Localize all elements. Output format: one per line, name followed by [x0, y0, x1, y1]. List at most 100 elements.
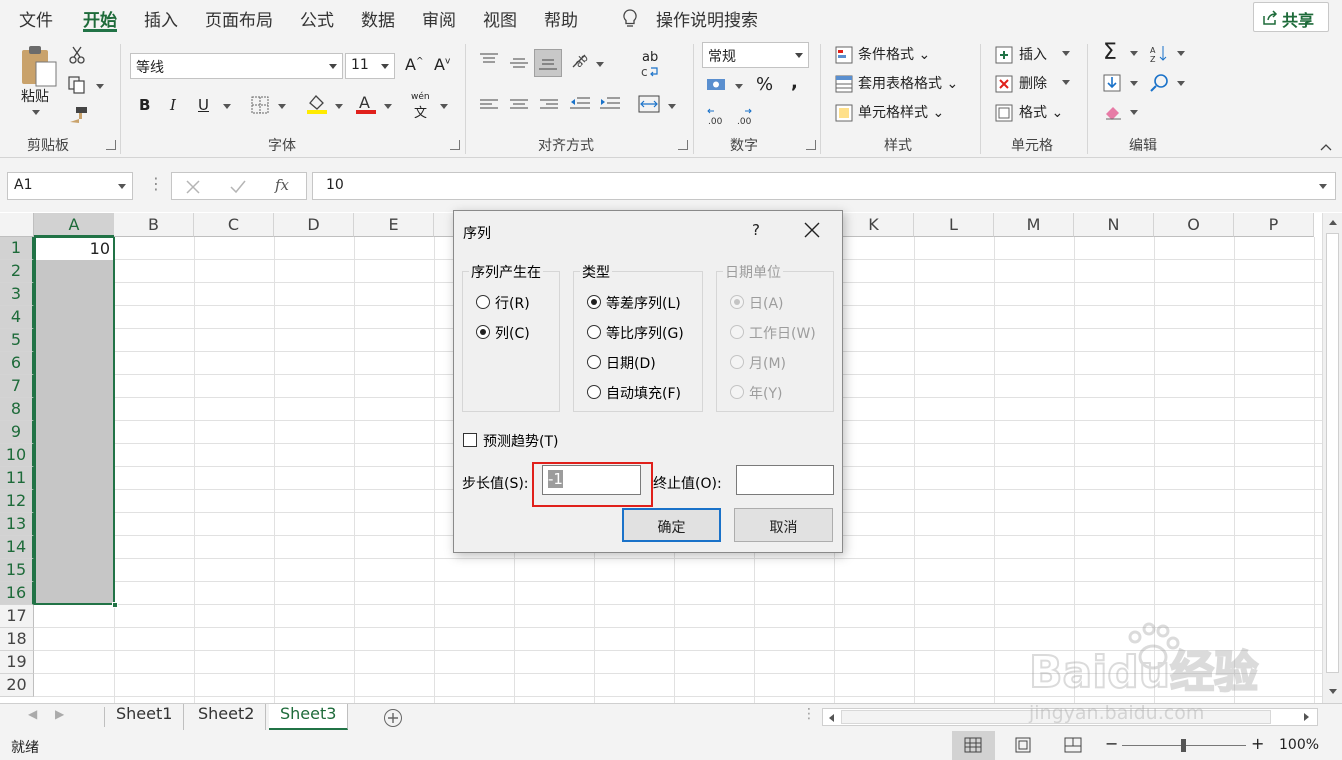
zoom-slider-thumb[interactable] [1181, 739, 1186, 752]
cancel-button[interactable]: 取消 [734, 508, 833, 542]
column-header-n[interactable]: N [1074, 213, 1154, 237]
scroll-up-icon[interactable] [1328, 218, 1338, 226]
align-left-icon[interactable] [479, 98, 499, 112]
number-format-select[interactable]: 常规 [702, 42, 809, 68]
next-sheet-icon[interactable]: ▶ [55, 707, 64, 721]
row-header-15[interactable]: 15 [0, 559, 34, 582]
tab-review[interactable]: 审阅 [422, 6, 456, 32]
row-header-10[interactable]: 10 [0, 444, 34, 467]
name-box[interactable]: A1 [7, 172, 133, 200]
close-icon[interactable] [803, 221, 821, 239]
vertical-scrollbar[interactable] [1322, 213, 1342, 703]
cell-styles-button[interactable]: 单元格样式 ⌄ [858, 102, 944, 122]
scroll-down-icon[interactable] [1328, 688, 1338, 696]
format-painter-icon[interactable] [68, 106, 88, 124]
number-launcher[interactable] [806, 140, 816, 150]
column-header-m[interactable]: M [994, 213, 1074, 237]
row-header-3[interactable]: 3 [0, 283, 34, 306]
row-header-1[interactable]: 1 [0, 237, 34, 260]
collapse-ribbon-icon[interactable] [1320, 142, 1332, 152]
scroll-left-icon[interactable] [827, 713, 835, 723]
column-header-p[interactable]: P [1234, 213, 1314, 237]
find-icon[interactable] [1150, 73, 1170, 93]
confirm-entry-icon[interactable] [230, 180, 246, 194]
sheet-tab-sheet1[interactable]: Sheet1 [105, 704, 185, 730]
trend-checkbox[interactable] [463, 433, 477, 447]
format-as-table-button[interactable]: 套用表格格式 ⌄ [858, 73, 958, 93]
cut-icon[interactable] [68, 46, 86, 64]
row-header-2[interactable]: 2 [0, 260, 34, 283]
autofill-radio[interactable] [587, 385, 601, 399]
paste-icon[interactable] [20, 44, 58, 88]
column-header-d[interactable]: D [274, 213, 354, 237]
date-label[interactable]: 日期(D) [606, 353, 656, 373]
trend-label[interactable]: 预测趋势(T) [483, 431, 558, 451]
tab-data[interactable]: 数据 [361, 6, 395, 32]
tab-formulas[interactable]: 公式 [300, 6, 334, 32]
row-header-19[interactable]: 19 [0, 651, 34, 674]
select-all-corner[interactable] [0, 213, 34, 237]
underline-button[interactable]: U [198, 96, 209, 114]
row-header-18[interactable]: 18 [0, 628, 34, 651]
zoom-out-button[interactable]: − [1105, 734, 1118, 753]
row-header-16[interactable]: 16 [0, 582, 34, 605]
row-header-20[interactable]: 20 [0, 674, 34, 697]
decrease-indent-icon[interactable] [569, 96, 591, 112]
delete-cells-button[interactable]: 删除 [1019, 73, 1047, 93]
alignment-launcher[interactable] [678, 140, 688, 150]
font-increase-button[interactable]: A^ [405, 55, 424, 74]
row-header-8[interactable]: 8 [0, 398, 34, 421]
row-header-5[interactable]: 5 [0, 329, 34, 352]
insert-cells-button[interactable]: 插入 [1019, 44, 1047, 64]
column-header-o[interactable]: O [1154, 213, 1234, 237]
columns-label[interactable]: 列(C) [495, 323, 530, 343]
insert-function-button[interactable]: fx [275, 176, 289, 194]
autosum-icon[interactable]: Σ [1103, 40, 1117, 65]
fill-color-icon[interactable] [305, 93, 329, 115]
formula-bar-drag-handle[interactable]: ⋮ [148, 174, 164, 193]
date-radio[interactable] [587, 355, 601, 369]
autofill-label[interactable]: 自动填充(F) [606, 383, 681, 403]
bold-button[interactable]: B [139, 96, 150, 114]
clipboard-launcher[interactable] [106, 140, 116, 150]
zoom-level[interactable]: 100% [1279, 737, 1319, 753]
tell-me-search[interactable]: 操作说明搜索 [656, 6, 758, 32]
column-header-a[interactable]: A [34, 213, 115, 237]
row-header-9[interactable]: 9 [0, 421, 34, 444]
tab-file[interactable]: 文件 [19, 6, 53, 32]
font-color-icon[interactable]: A [354, 93, 378, 115]
tab-help[interactable]: 帮助 [544, 6, 578, 32]
column-header-e[interactable]: E [354, 213, 434, 237]
tab-page-layout[interactable]: 页面布局 [205, 6, 273, 32]
copy-icon[interactable] [68, 76, 86, 94]
linear-label[interactable]: 等差序列(L) [606, 293, 681, 313]
linear-radio[interactable] [587, 295, 601, 309]
increase-indent-icon[interactable] [599, 96, 621, 112]
sheet-tab-sheet3[interactable]: Sheet3 [269, 704, 349, 730]
comma-button[interactable]: , [791, 72, 798, 93]
row-header-14[interactable]: 14 [0, 536, 34, 559]
increase-decimal-icon[interactable]: .00 [706, 106, 728, 126]
dialog-help-button[interactable]: ? [752, 221, 760, 239]
row-header-13[interactable]: 13 [0, 513, 34, 536]
rows-label[interactable]: 行(R) [495, 293, 530, 313]
align-top-icon[interactable] [479, 52, 499, 68]
tab-splitter-icon[interactable]: ⋮ [802, 706, 816, 722]
accounting-format-icon[interactable] [706, 76, 728, 94]
font-name-select[interactable]: 等线 [130, 53, 343, 79]
row-header-12[interactable]: 12 [0, 490, 34, 513]
phonetic-button[interactable]: wén [411, 92, 430, 102]
decrease-decimal-icon[interactable]: .00 [735, 106, 757, 126]
cancel-entry-icon[interactable] [186, 180, 200, 194]
tab-insert[interactable]: 插入 [144, 6, 178, 32]
share-button[interactable]: 共享 [1253, 2, 1329, 32]
column-header-l[interactable]: L [914, 213, 994, 237]
font-size-select[interactable]: 11 [345, 53, 395, 79]
page-break-view-icon[interactable] [1064, 737, 1082, 753]
column-header-b[interactable]: B [114, 213, 194, 237]
selected-range[interactable] [34, 237, 115, 605]
formula-input[interactable]: 10 [312, 172, 1336, 200]
sort-filter-icon[interactable]: AZ [1150, 44, 1170, 64]
clear-icon[interactable] [1103, 104, 1123, 120]
align-center-icon[interactable] [509, 98, 529, 112]
